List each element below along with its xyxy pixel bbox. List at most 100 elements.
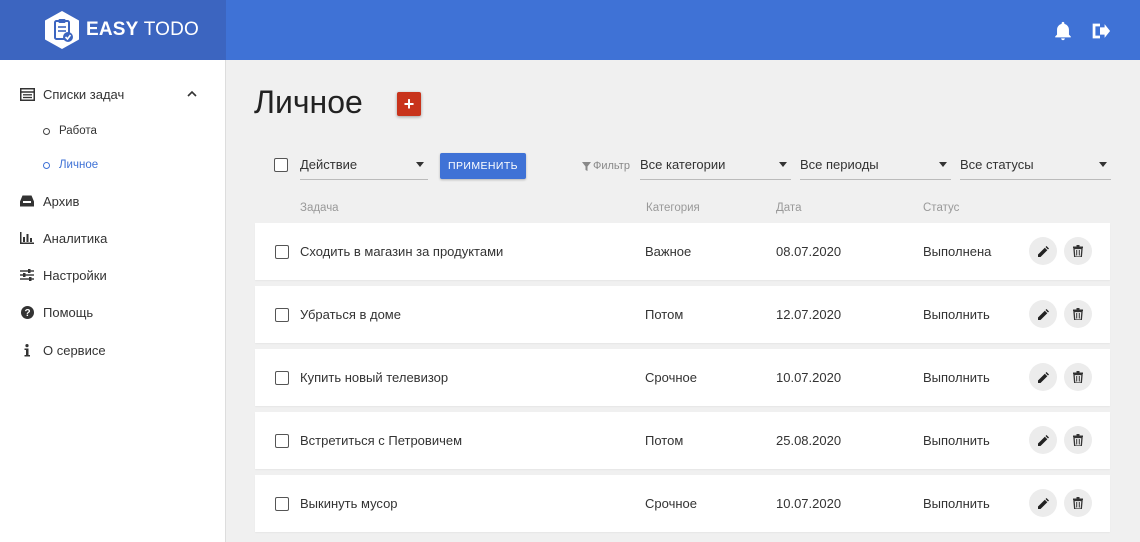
pencil-icon: [1037, 434, 1049, 446]
row-checkbox[interactable]: [275, 434, 289, 448]
task-date: 10.07.2020: [776, 370, 842, 385]
list-icon: [19, 86, 35, 102]
sidebar-item-label: Аналитика: [43, 230, 108, 246]
period-filter-value: Все периоды: [800, 157, 879, 172]
select-all-checkbox[interactable]: [274, 158, 288, 172]
sidebar-subitem-personal[interactable]: Личное: [0, 152, 225, 178]
pencil-icon: [1037, 308, 1049, 320]
bell-icon[interactable]: [1052, 20, 1074, 42]
column-header-task: Задача: [300, 202, 339, 214]
pencil-icon: [1037, 497, 1049, 509]
row-checkbox[interactable]: [275, 371, 289, 385]
column-header-status: Статус: [923, 202, 960, 214]
task-status[interactable]: Выполнить: [923, 496, 990, 511]
table-row: Сходить в магазин за продуктами Важное 0…: [255, 223, 1110, 280]
inbox-icon: [19, 193, 35, 209]
sidebar-item-task-lists[interactable]: Списки задач: [0, 79, 225, 109]
delete-button[interactable]: [1064, 237, 1092, 265]
task-category: Потом: [645, 307, 684, 322]
circle-icon: [43, 127, 50, 135]
add-list-button[interactable]: +: [397, 92, 421, 116]
pencil-icon: [1037, 371, 1049, 383]
trash-icon: [1073, 497, 1083, 509]
sidebar: Списки задач Работа Личное Архив Аналити…: [0, 60, 226, 542]
task-status[interactable]: Выполнена: [923, 244, 991, 259]
status-filter-value: Все статусы: [960, 157, 1034, 172]
logo-icon: [45, 11, 79, 49]
filter-label-text: Фильтр: [593, 160, 630, 172]
task-date: 12.07.2020: [776, 307, 842, 322]
trash-icon: [1073, 371, 1083, 383]
trash-icon: [1073, 245, 1083, 257]
task-category: Потом: [645, 433, 684, 448]
sidebar-subitem-work[interactable]: Работа: [0, 118, 225, 144]
sidebar-item-label: Помощь: [43, 304, 94, 320]
trash-icon: [1073, 308, 1083, 320]
caret-down-icon: [1099, 162, 1107, 167]
delete-button[interactable]: [1064, 300, 1092, 328]
task-status[interactable]: Выполнить: [923, 370, 990, 385]
logout-icon[interactable]: [1089, 20, 1111, 42]
delete-button[interactable]: [1064, 489, 1092, 517]
action-select[interactable]: Действие: [300, 150, 428, 180]
delete-button[interactable]: [1064, 426, 1092, 454]
column-header-date: Дата: [776, 202, 802, 214]
trash-icon: [1073, 434, 1083, 446]
category-filter-value: Все категории: [640, 157, 726, 172]
edit-button[interactable]: [1029, 363, 1057, 391]
sidebar-item-settings[interactable]: Настройки: [0, 260, 225, 290]
period-filter-select[interactable]: Все периоды: [800, 150, 951, 180]
task-category: Срочное: [645, 496, 697, 511]
action-select-value: Действие: [300, 157, 358, 172]
task-status[interactable]: Выполнить: [923, 433, 990, 448]
category-filter-select[interactable]: Все категории: [640, 150, 791, 180]
status-filter-select[interactable]: Все статусы: [960, 150, 1111, 180]
column-header-category: Категория: [646, 202, 700, 214]
task-name: Купить новый телевизор: [300, 370, 449, 385]
sidebar-item-archive[interactable]: Архив: [0, 186, 225, 216]
task-date: 25.08.2020: [776, 433, 842, 448]
edit-button[interactable]: [1029, 237, 1057, 265]
sidebar-item-about[interactable]: О сервисе: [0, 335, 225, 365]
sidebar-subitem-label: Работа: [59, 125, 97, 137]
task-name: Убраться в доме: [300, 307, 401, 322]
sidebar-item-analytics[interactable]: Аналитика: [0, 223, 225, 253]
top-bar: EASY TODO: [0, 0, 1140, 60]
chevron-up-icon[interactable]: [186, 88, 198, 100]
filter-label: Фильтр: [582, 160, 630, 172]
caret-down-icon: [416, 162, 424, 167]
table-row: Купить новый телевизор Срочное 10.07.202…: [255, 349, 1110, 406]
edit-button[interactable]: [1029, 489, 1057, 517]
task-name: Сходить в магазин за продуктами: [300, 244, 504, 259]
table-row: Встретиться с Петровичем Потом 25.08.202…: [255, 412, 1110, 469]
apply-button[interactable]: ПРИМЕНИТЬ: [440, 153, 526, 179]
sidebar-item-label: Архив: [43, 193, 80, 209]
sidebar-item-help[interactable]: ? Помощь: [0, 297, 225, 327]
row-checkbox[interactable]: [275, 245, 289, 259]
task-status[interactable]: Выполнить: [923, 307, 990, 322]
edit-button[interactable]: [1029, 300, 1057, 328]
bar-chart-icon: [19, 230, 35, 246]
info-icon: [19, 342, 35, 358]
logo-text: EASY TODO: [86, 19, 200, 40]
task-name: Встретиться с Петровичем: [300, 433, 463, 448]
svg-text:?: ?: [24, 308, 30, 319]
task-category: Срочное: [645, 370, 697, 385]
sidebar-subitem-label: Личное: [59, 159, 99, 171]
caret-down-icon: [779, 162, 787, 167]
sidebar-item-label: Списки задач: [43, 86, 125, 102]
sliders-icon: [19, 267, 35, 283]
plus-icon: +: [403, 94, 415, 114]
filter-icon: [582, 161, 591, 171]
sidebar-item-label: Настройки: [43, 267, 107, 283]
logo[interactable]: EASY TODO: [0, 0, 226, 60]
sidebar-item-label: О сервисе: [43, 342, 106, 358]
task-date: 08.07.2020: [776, 244, 842, 259]
row-checkbox[interactable]: [275, 497, 289, 511]
row-checkbox[interactable]: [275, 308, 289, 322]
task-name: Выкинуть мусор: [300, 496, 398, 511]
edit-button[interactable]: [1029, 426, 1057, 454]
page-title: Личное: [254, 84, 363, 120]
delete-button[interactable]: [1064, 363, 1092, 391]
table-row: Убраться в доме Потом 12.07.2020 Выполни…: [255, 286, 1110, 343]
